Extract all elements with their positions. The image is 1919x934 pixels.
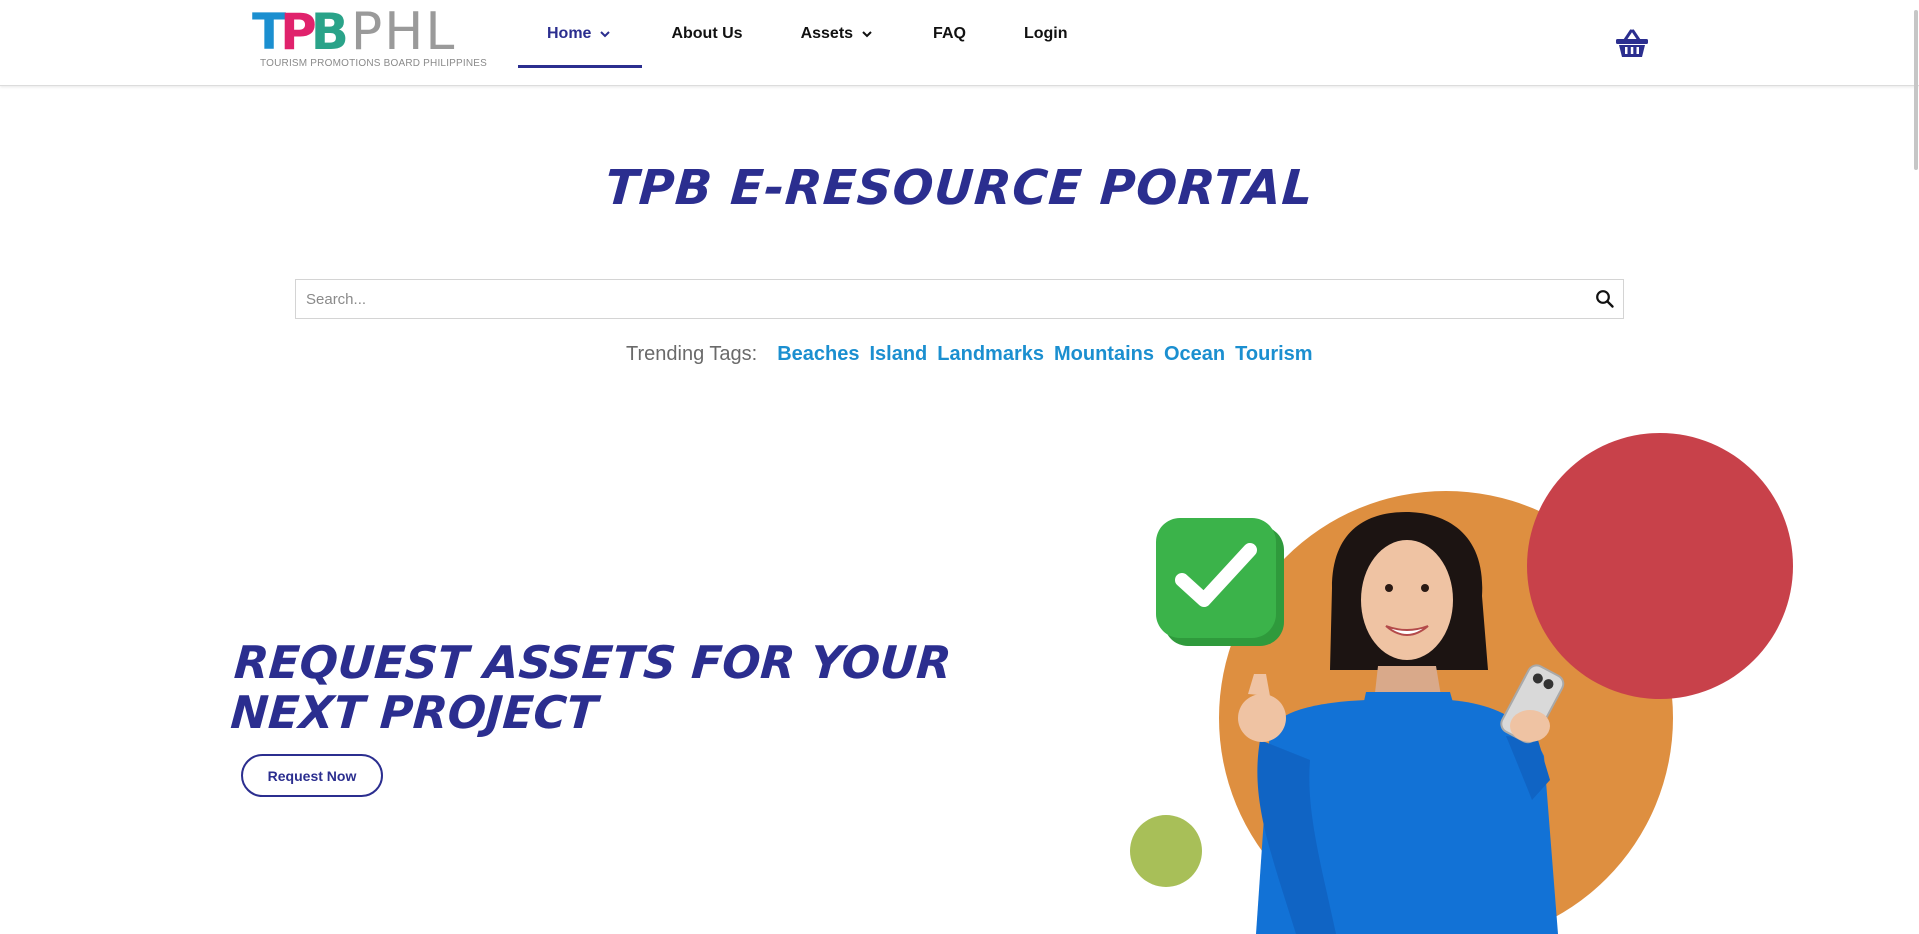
nav-item-label: Home — [547, 25, 592, 42]
nav-item-faq[interactable]: FAQ — [904, 0, 995, 68]
hero-heading-line-1: REQUEST ASSETS FOR YOUR — [232, 636, 954, 689]
logo-tagline: TOURISM PROMOTIONS BOARD PHILIPPINES — [260, 58, 488, 69]
tpb-phl-logo[interactable]: T P B PHL TOURISM PROMOTIONS BOARD PHILI… — [252, 2, 487, 72]
nav-item-assets[interactable]: Assets — [772, 0, 904, 68]
nav-item-login[interactable]: Login — [995, 0, 1097, 68]
page-scrollbar[interactable] — [1914, 10, 1918, 170]
green-circle — [1130, 815, 1202, 887]
hero-heading-line-2: NEXT PROJECT — [228, 686, 600, 739]
nav-item-label: Assets — [800, 25, 854, 42]
main-nav: Home About Us Assets FAQ Login — [518, 0, 1096, 68]
tag-link-tourism[interactable]: Tourism — [1235, 343, 1312, 366]
trending-tags: Trending Tags: Beaches Island Landmarks … — [626, 341, 1323, 367]
nav-item-about-us[interactable]: About Us — [642, 0, 771, 68]
nav-item-label: Login — [1023, 25, 1068, 42]
chevron-down-icon — [862, 31, 872, 38]
nav-item-home[interactable]: Home — [518, 0, 643, 68]
page-title: TPB E-RESOURCE PORTAL — [603, 160, 1316, 216]
checkmark-badge-icon — [1156, 518, 1284, 646]
search-icon[interactable] — [1595, 289, 1615, 309]
nav-item-label: FAQ — [933, 25, 966, 42]
tag-link-beaches[interactable]: Beaches — [777, 343, 859, 366]
request-now-button[interactable]: Request Now — [241, 754, 383, 797]
nav-item-label: About Us — [671, 25, 743, 42]
tag-link-island[interactable]: Island — [869, 343, 927, 366]
tag-link-mountains[interactable]: Mountains — [1054, 343, 1154, 366]
logo-letter-p: P — [280, 3, 317, 61]
trending-tags-label: Trending Tags: — [626, 342, 758, 365]
tag-link-landmarks[interactable]: Landmarks — [937, 343, 1044, 366]
shopping-basket-icon[interactable] — [1615, 27, 1649, 59]
red-circle — [1527, 433, 1793, 699]
site-header: T P B PHL TOURISM PROMOTIONS BOARD PHILI… — [0, 0, 1919, 86]
logo-suffix: PHL — [350, 2, 457, 62]
search-bar — [295, 279, 1624, 319]
tag-link-ocean[interactable]: Ocean — [1164, 343, 1225, 366]
hero-illustration — [1130, 433, 1793, 934]
chevron-down-icon — [600, 31, 611, 38]
hero-heading: REQUEST ASSETS FOR YOUR NEXT PROJECT — [228, 636, 954, 739]
logo-letter-b: B — [310, 3, 349, 61]
search-input[interactable] — [296, 280, 1576, 318]
logo-letter-t: T — [252, 3, 286, 61]
